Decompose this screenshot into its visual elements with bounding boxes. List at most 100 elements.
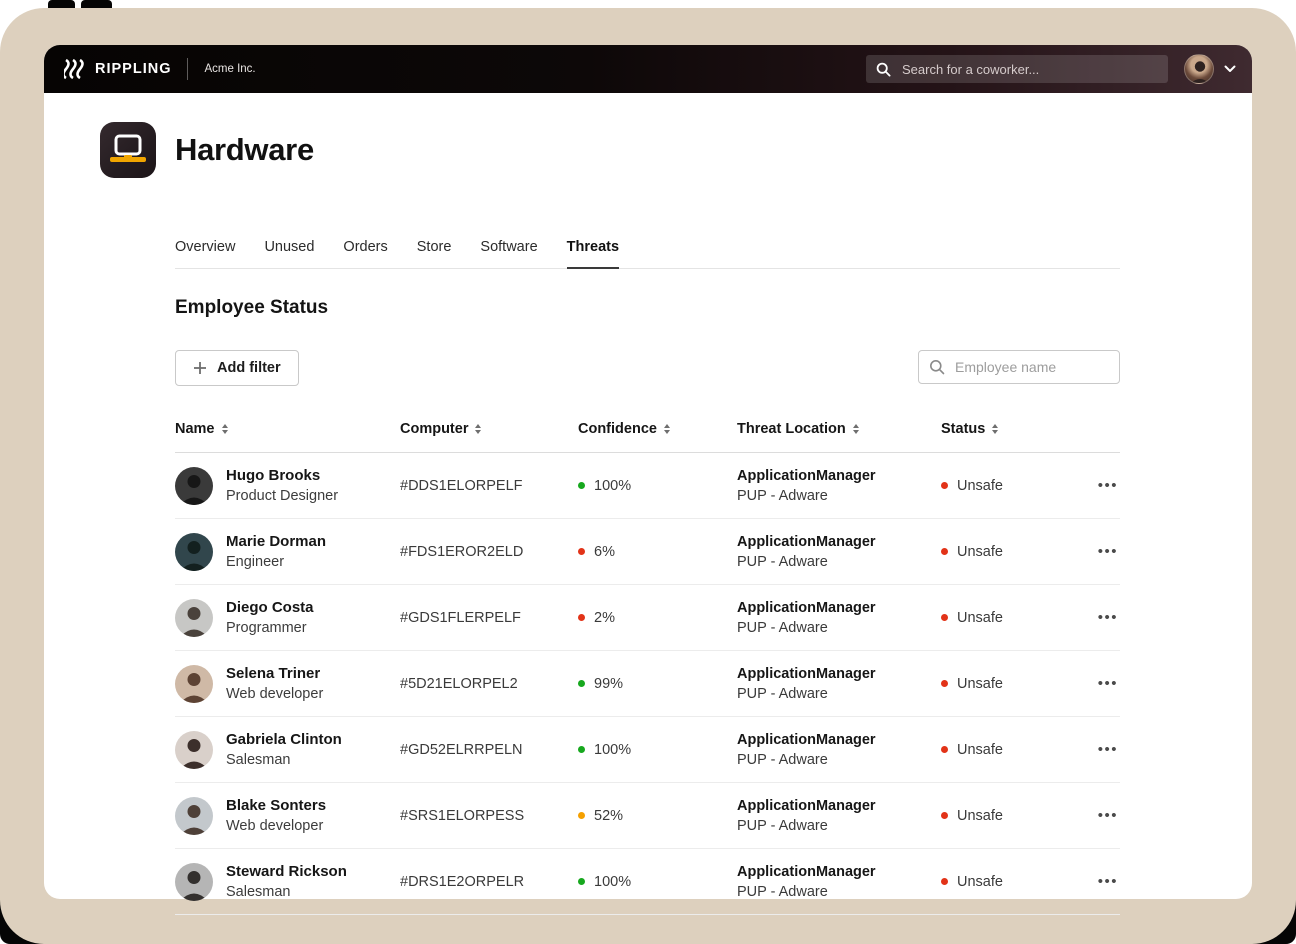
threat-app: ApplicationManager	[737, 467, 876, 484]
ellipsis-icon[interactable]: •••	[1084, 543, 1120, 560]
employee-avatar	[175, 730, 213, 769]
coworker-search[interactable]	[866, 55, 1168, 83]
employee-avatar	[175, 796, 213, 835]
status-dot	[941, 680, 948, 687]
ellipsis-icon[interactable]: •••	[1084, 477, 1120, 494]
threat-type: PUP - Adware	[737, 685, 828, 702]
employee-name: Steward Rickson	[226, 862, 347, 880]
confidence-dot	[578, 482, 585, 489]
employee-name: Gabriela Clinton	[226, 730, 342, 748]
top-navigation-bar: RIPPLING Acme Inc.	[44, 45, 1252, 93]
employee-role: Engineer	[226, 553, 285, 570]
computer-id: #GDS1FLERPELF	[400, 609, 521, 626]
column-header-computer[interactable]: Computer	[400, 421, 578, 437]
computer-id: #FDS1EROR2ELD	[400, 543, 524, 560]
confidence-cell: 100%	[578, 478, 737, 494]
threat-app: ApplicationManager	[737, 665, 876, 682]
confidence-value: 2%	[594, 609, 615, 626]
tab-orders[interactable]: Orders	[343, 233, 387, 268]
table-row[interactable]: Marie Dorman Engineer #FDS1EROR2ELD 6% A…	[175, 519, 1120, 585]
status-label: Unsafe	[957, 477, 1003, 494]
tab-overview[interactable]: Overview	[175, 233, 235, 268]
add-filter-button[interactable]: Add filter	[175, 350, 299, 386]
employee-name-input[interactable]	[953, 358, 1109, 376]
tab-store[interactable]: Store	[417, 233, 452, 268]
ellipsis-icon[interactable]: •••	[1084, 741, 1120, 758]
confidence-dot	[578, 614, 585, 621]
employee-name: Diego Costa	[226, 598, 314, 616]
threat-type: PUP - Adware	[737, 817, 828, 834]
brand-name: RIPPLING	[95, 61, 172, 77]
confidence-value: 6%	[594, 543, 615, 560]
table-row[interactable]: Gabriela Clinton Salesman #GD52ELRRPELN …	[175, 717, 1120, 783]
employee-status-table: Name Computer Confidence Threat Location…	[175, 405, 1120, 915]
employee-role: Salesman	[226, 883, 291, 900]
column-header-name[interactable]: Name	[175, 421, 400, 437]
rippling-waves-icon	[64, 59, 86, 79]
tab-unused[interactable]: Unused	[264, 233, 314, 268]
employee-name: Marie Dorman	[226, 532, 327, 550]
table-row[interactable]: Diego Costa Programmer #GDS1FLERPELF 2% …	[175, 585, 1120, 651]
user-avatar[interactable]	[1184, 54, 1214, 84]
table-header-row: Name Computer Confidence Threat Location…	[175, 405, 1120, 453]
confidence-cell: 6%	[578, 544, 737, 560]
employee-role: Product Designer	[226, 487, 339, 504]
ellipsis-icon[interactable]: •••	[1084, 873, 1120, 890]
sort-icon	[852, 423, 859, 434]
sort-icon	[663, 423, 670, 434]
employee-cell: Steward Rickson Salesman	[175, 862, 400, 902]
threat-app: ApplicationManager	[737, 731, 876, 748]
screenshot-stage: RIPPLING Acme Inc. Search for a coworker…	[0, 0, 1296, 944]
ellipsis-icon[interactable]: •••	[1084, 807, 1120, 824]
column-header-status[interactable]: Status	[941, 421, 1084, 437]
company-name: Acme Inc.	[204, 63, 256, 75]
topbar-divider	[187, 58, 189, 80]
status-dot	[941, 746, 948, 753]
sort-icon	[221, 423, 228, 434]
table-row[interactable]: Steward Rickson Salesman #DRS1E2ORPELR 1…	[175, 849, 1120, 915]
column-header-confidence[interactable]: Confidence	[578, 421, 737, 437]
status-label: Unsafe	[957, 543, 1003, 560]
add-filter-label: Add filter	[217, 360, 281, 376]
table-row[interactable]: Selena Triner Web developer #5D21ELORPEL…	[175, 651, 1120, 717]
status-dot	[941, 482, 948, 489]
tab-threats[interactable]: Threats	[566, 233, 620, 269]
threat-location-cell: ApplicationManager PUP - Adware	[737, 730, 941, 770]
confidence-cell: 100%	[578, 874, 737, 890]
employee-cell: Selena Triner Web developer	[175, 664, 400, 704]
ellipsis-icon[interactable]: •••	[1084, 675, 1120, 692]
confidence-cell: 100%	[578, 742, 737, 758]
status-label: Unsafe	[957, 741, 1003, 758]
tab-software[interactable]: Software	[480, 233, 537, 268]
employee-role: Web developer	[226, 685, 324, 702]
computer-id: #GD52ELRRPELN	[400, 741, 523, 758]
employee-name-search[interactable]	[918, 350, 1120, 384]
employee-role: Web developer	[226, 817, 324, 834]
confidence-value: 100%	[594, 873, 632, 890]
chevron-down-icon[interactable]	[1224, 65, 1236, 73]
status-cell: Unsafe	[941, 808, 1084, 824]
column-header-threat-location[interactable]: Threat Location	[737, 421, 941, 437]
plus-icon	[193, 361, 207, 375]
table-row[interactable]: Hugo Brooks Product Designer #DDS1ELORPE…	[175, 453, 1120, 519]
employee-cell: Hugo Brooks Product Designer	[175, 466, 400, 506]
confidence-cell: 52%	[578, 808, 737, 824]
ellipsis-icon[interactable]: •••	[1084, 609, 1120, 626]
coworker-search-input[interactable]	[900, 60, 1158, 78]
employee-name: Selena Triner	[226, 664, 321, 682]
page-header: Hardware	[100, 122, 314, 178]
confidence-value: 100%	[594, 477, 632, 494]
computer-id: #DDS1ELORPELF	[400, 477, 523, 494]
brand-group[interactable]: RIPPLING	[64, 59, 171, 79]
confidence-cell: 2%	[578, 610, 737, 626]
app-window: RIPPLING Acme Inc. Search for a coworker…	[44, 45, 1252, 915]
computer-id: #DRS1E2ORPELR	[400, 873, 525, 890]
employee-name: Hugo Brooks	[226, 466, 321, 484]
search-icon	[876, 62, 891, 77]
confidence-dot	[578, 746, 585, 753]
status-cell: Unsafe	[941, 610, 1084, 626]
page-title: Hardware	[175, 132, 314, 167]
table-row[interactable]: Blake Sonters Web developer #SRS1ELORPES…	[175, 783, 1120, 849]
confidence-dot	[578, 680, 585, 687]
employee-avatar	[175, 664, 213, 703]
